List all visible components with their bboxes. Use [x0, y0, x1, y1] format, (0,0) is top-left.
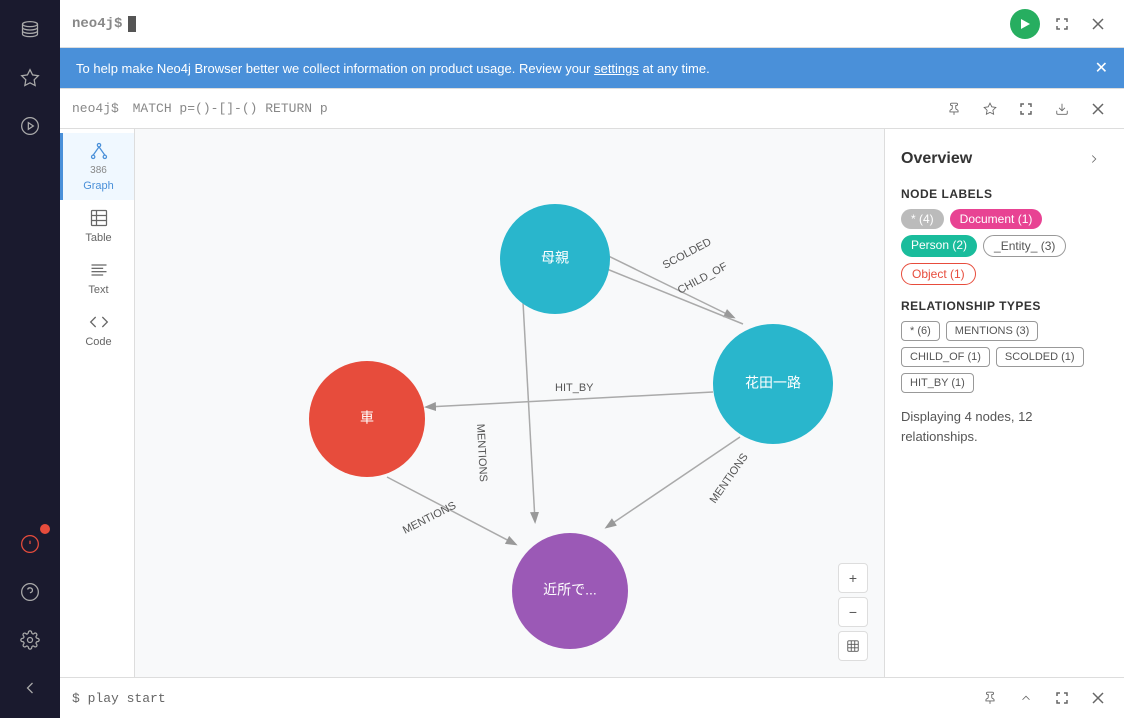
bottom-query-text: $ play start [72, 691, 166, 706]
table-tab-label: Table [85, 232, 111, 244]
sidebar-icon-settings[interactable] [8, 618, 52, 662]
bottom-expand-up-button[interactable] [1012, 684, 1040, 712]
badge-document[interactable]: Document (1) [950, 209, 1043, 229]
rel-badge-child-of[interactable]: CHILD_OF (1) [901, 347, 990, 367]
zoom-fit-button[interactable] [838, 631, 868, 661]
node-hanada[interactable] [713, 324, 833, 444]
node-labels-section: Node labels [901, 187, 1108, 201]
edge-label-mentions-1: MENTIONS [474, 424, 489, 483]
sidebar-icon-back[interactable] [8, 666, 52, 710]
overview-title: Overview [901, 150, 972, 168]
top-query-input[interactable]: neo4j$ [72, 16, 1002, 32]
notification-dot [40, 524, 50, 534]
tab-graph[interactable]: 386 Graph [60, 133, 134, 200]
graph-visualization[interactable]: SCOLDED CHILD_OF HIT_BY MENTIONS MENTION… [135, 129, 884, 677]
graph-tab-badge: 386 [90, 165, 107, 176]
badge-all-nodes[interactable]: * (4) [901, 209, 944, 229]
node-kinjo[interactable] [512, 533, 628, 649]
info-banner: To help make Neo4j Browser better we col… [60, 48, 1124, 88]
edge-hit-by [427, 392, 713, 407]
result-pin-button[interactable] [940, 95, 968, 123]
result-close-button[interactable] [1084, 95, 1112, 123]
top-query-bar: neo4j$ [60, 0, 1124, 48]
relationship-badges: * (6) MENTIONS (3) CHILD_OF (1) SCOLDED … [901, 321, 1108, 393]
overview-expand-button[interactable] [1080, 145, 1108, 173]
sidebar-icon-database[interactable] [8, 8, 52, 52]
zoom-controls: + − [838, 563, 868, 661]
badge-person[interactable]: Person (2) [901, 235, 977, 257]
edge-label-hit-by: HIT_BY [555, 382, 594, 394]
sidebar-icon-notification[interactable] [8, 522, 52, 566]
result-prompt: neo4j$ MATCH p=()-[]-() RETURN p [72, 101, 328, 116]
text-tab-label: Text [88, 284, 108, 296]
rel-badge-scolded[interactable]: SCOLDED (1) [996, 347, 1084, 367]
result-download-button[interactable] [1048, 95, 1076, 123]
result-content: 386 Graph Table [60, 129, 1124, 677]
graph-svg: SCOLDED CHILD_OF HIT_BY MENTIONS MENTION… [135, 129, 884, 677]
zoom-in-button[interactable]: + [838, 563, 868, 593]
bottom-expand-button[interactable] [1048, 684, 1076, 712]
top-play-button[interactable] [1010, 9, 1040, 39]
sidebar-icon-play-circle[interactable] [8, 104, 52, 148]
banner-text: To help make Neo4j Browser better we col… [76, 61, 710, 76]
main-content: neo4j$ To help make Neo4j Browser better… [60, 0, 1124, 718]
top-prompt: neo4j$ [72, 16, 122, 32]
node-labels-badges: * (4) Document (1) Person (2) _Entity_ (… [901, 209, 1108, 285]
banner-settings-link[interactable]: settings [594, 61, 639, 76]
badge-entity[interactable]: _Entity_ (3) [983, 235, 1066, 257]
bottom-bar: $ play start [60, 677, 1124, 718]
tab-code[interactable]: Code [60, 304, 134, 356]
cursor [128, 16, 136, 32]
node-kuruma[interactable] [309, 361, 425, 477]
rel-badge-mentions[interactable]: MENTIONS (3) [946, 321, 1039, 341]
tab-text[interactable]: Text [60, 252, 134, 304]
banner-close-button[interactable]: ✕ [1095, 58, 1108, 78]
edge-label-scolded: SCOLDED [661, 236, 714, 272]
overview-panel: Overview Node labels * (4) Document (1) … [884, 129, 1124, 677]
overview-stats: Displaying 4 nodes, 12 relationships. [901, 407, 1108, 446]
edge-mentions-hana-kinjo [523, 302, 535, 521]
edge-label-child-of: CHILD_OF [676, 260, 730, 296]
edge-label-mentions-2: MENTIONS [708, 451, 751, 505]
sidebar-icon-help[interactable] [8, 570, 52, 614]
tab-table[interactable]: Table [60, 200, 134, 252]
sidebar-icon-star[interactable] [8, 56, 52, 100]
badge-object[interactable]: Object (1) [901, 263, 976, 285]
overview-header: Overview [901, 145, 1108, 173]
top-expand-button[interactable] [1048, 10, 1076, 38]
result-toolbar: neo4j$ MATCH p=()-[]-() RETURN p [60, 89, 1124, 129]
rel-types-section: Relationship types [901, 299, 1108, 313]
graph-tab-label: Graph [83, 180, 114, 192]
result-star-button[interactable] [976, 95, 1004, 123]
edge-scolded [590, 247, 733, 317]
rel-badge-hit-by[interactable]: HIT_BY (1) [901, 373, 974, 393]
zoom-out-button[interactable]: − [838, 597, 868, 627]
result-panel: neo4j$ MATCH p=()-[]-() RETURN p [60, 88, 1124, 677]
edge-label-mentions-3: MENTIONS [401, 500, 458, 537]
rel-badge-all[interactable]: * (6) [901, 321, 940, 341]
node-hana[interactable] [500, 204, 610, 314]
bottom-pin-button[interactable] [976, 684, 1004, 712]
sidebar [0, 0, 60, 718]
code-tab-label: Code [85, 336, 111, 348]
view-tabs: 386 Graph Table [60, 129, 135, 677]
top-close-button[interactable] [1084, 10, 1112, 38]
result-expand-button[interactable] [1012, 95, 1040, 123]
bottom-close-button[interactable] [1084, 684, 1112, 712]
